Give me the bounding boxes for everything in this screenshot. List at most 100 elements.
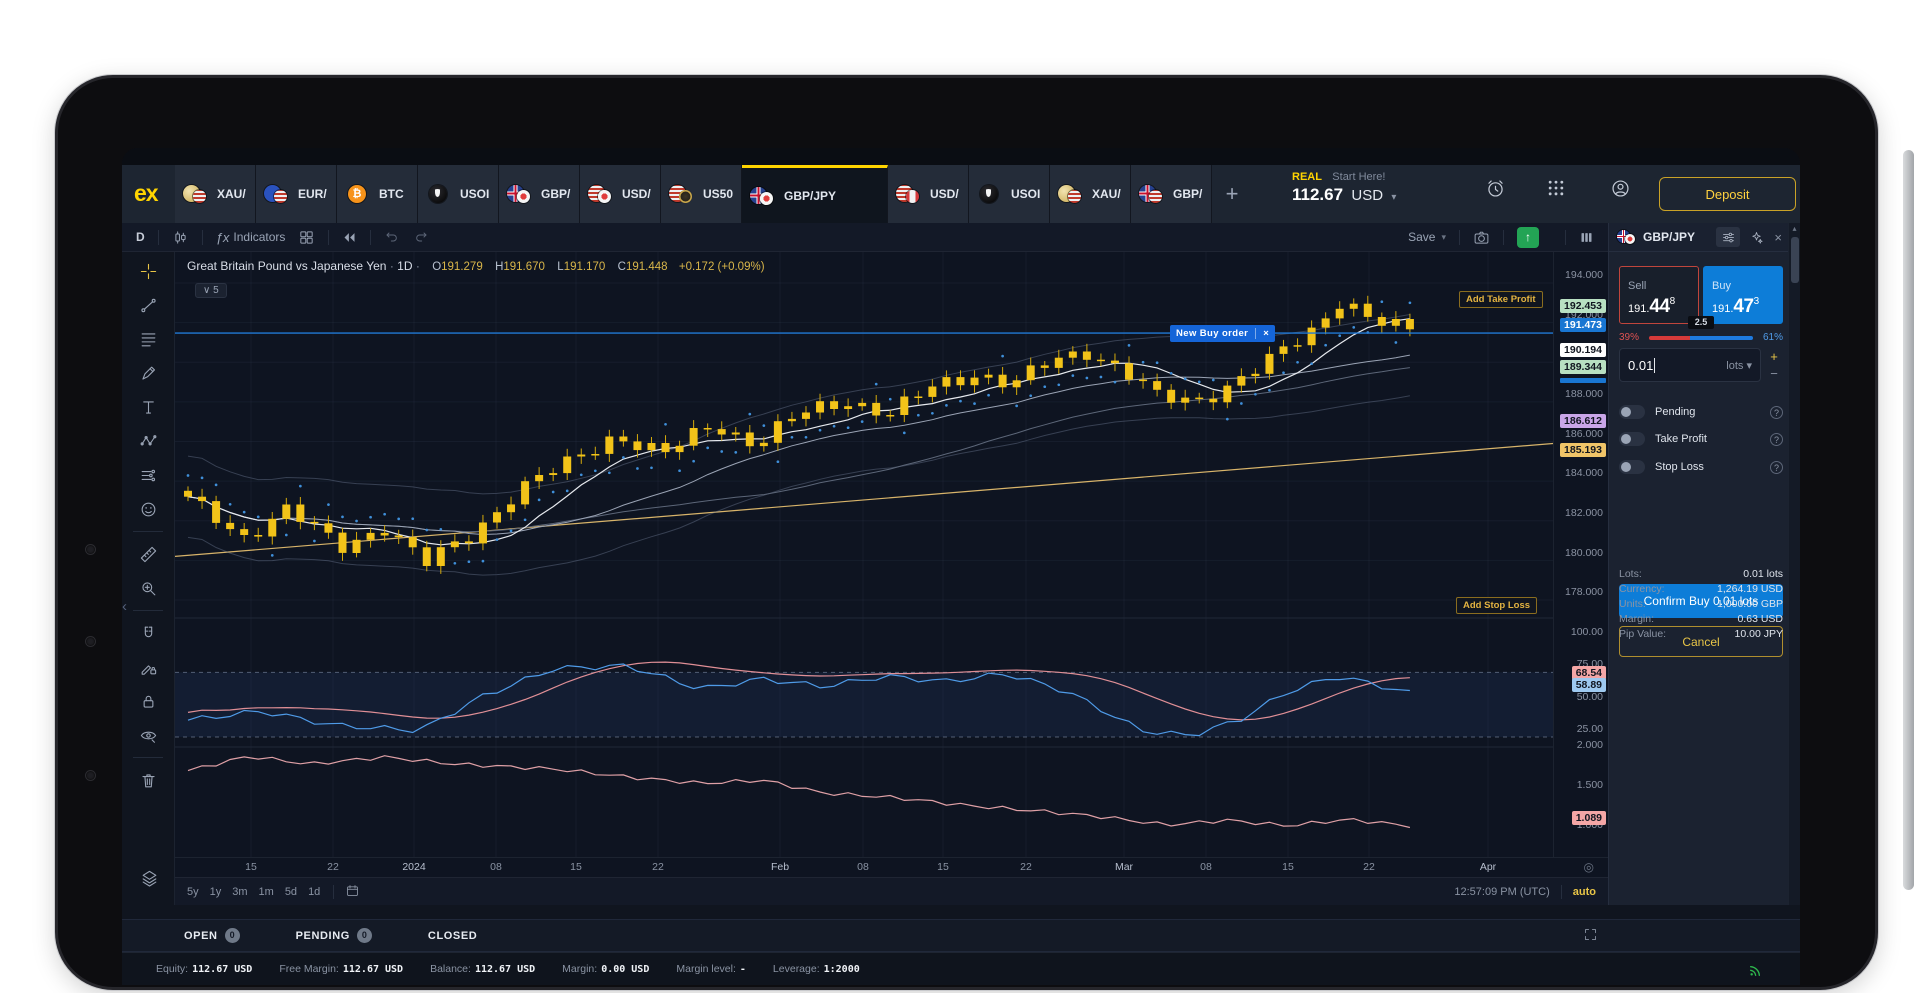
magnet-tool-icon[interactable] [131, 618, 165, 648]
instrument-tab-5[interactable]: USD/ [580, 165, 661, 223]
pattern-tool-icon[interactable] [131, 426, 165, 456]
trash-tool-icon[interactable] [131, 765, 165, 795]
range-button-5y[interactable]: 5y [187, 886, 199, 898]
order-settings-icon[interactable] [1716, 227, 1740, 247]
account-icon[interactable] [1610, 178, 1632, 200]
zoom-in-tool-icon[interactable] [131, 573, 165, 603]
quick-trade-button[interactable]: ↑ [1517, 227, 1539, 248]
close-icon[interactable]: × [1255, 328, 1269, 339]
fib-tool-icon[interactable] [131, 324, 165, 354]
sell-price-big: 44 [1649, 296, 1669, 317]
instrument-tab-8[interactable]: USD/ [888, 165, 969, 223]
position-tool-icon[interactable] [131, 460, 165, 490]
orders-tab-open[interactable]: OPEN0 [184, 928, 240, 943]
instrument-tab-11[interactable]: GBP/ [1131, 165, 1212, 223]
status-value: - [740, 964, 746, 975]
auto-scale-button[interactable]: auto [1573, 886, 1596, 898]
timeframe-button[interactable]: D [136, 230, 145, 244]
brush-tool-icon[interactable] [131, 358, 165, 388]
range-button-1m[interactable]: 1m [259, 886, 274, 898]
trendline-tool-icon[interactable] [131, 290, 165, 320]
instrument-tab-3[interactable]: USOI [418, 165, 499, 223]
price-tick: 100.00 [1571, 625, 1603, 639]
camera-icon[interactable] [1473, 229, 1490, 246]
toggle-row-stop-loss[interactable]: Stop Loss? [1619, 457, 1783, 477]
instrument-tab-9[interactable]: USOI [969, 165, 1050, 223]
new-buy-order-tag[interactable]: New Buy order × [1170, 325, 1275, 342]
instrument-tab-4[interactable]: GBP/ [499, 165, 580, 223]
layout-grid-icon[interactable] [298, 229, 315, 246]
add-instrument-button[interactable]: + [1212, 165, 1252, 223]
undo-icon[interactable] [384, 229, 400, 245]
instrument-tab-1[interactable]: EUR/ [256, 165, 337, 223]
volume-decrease-button[interactable]: − [1765, 365, 1783, 382]
crosshair-tool-icon[interactable] [131, 256, 165, 286]
toggle-switch[interactable] [1619, 460, 1645, 474]
help-icon[interactable]: ? [1770, 406, 1783, 419]
close-icon[interactable]: × [1774, 230, 1782, 245]
status-value: 1:2000 [824, 964, 860, 975]
one-click-trading-icon[interactable] [1744, 227, 1768, 247]
price-tick: 182.000 [1565, 506, 1603, 520]
instrument-tab-6[interactable]: US50 [661, 165, 742, 223]
orders-tab-closed[interactable]: CLOSED [428, 930, 477, 942]
instrument-tab-2[interactable]: ₿BTC [337, 165, 418, 223]
instrument-tab-10[interactable]: XAU/ [1050, 165, 1131, 223]
save-button[interactable]: Save▾ [1408, 230, 1446, 244]
volume-input[interactable]: 0.01 lots ▾ [1619, 348, 1761, 382]
price-chart[interactable]: Great Britain Pound vs Japanese Yen · 1D… [175, 252, 1553, 905]
bar-replay-icon[interactable] [342, 230, 357, 245]
scrollbar-thumb[interactable] [1791, 237, 1799, 283]
help-icon[interactable]: ? [1770, 433, 1783, 446]
price-tick: 178.000 [1565, 585, 1603, 599]
toggle-switch[interactable] [1619, 432, 1645, 446]
time-axis[interactable]: ◎ 15222024081522Feb081522Mar081522Apr [175, 857, 1608, 877]
toggle-switch[interactable] [1619, 405, 1645, 419]
panel-columns-icon[interactable] [1579, 230, 1594, 245]
expand-icon[interactable] [1583, 927, 1600, 944]
lock-tool-icon[interactable] [131, 686, 165, 716]
range-button-3m[interactable]: 3m [232, 886, 247, 898]
add-take-profit-button[interactable]: Add Take Profit [1459, 291, 1543, 308]
range-button-1d[interactable]: 1d [308, 886, 320, 898]
chart-type-icon[interactable] [172, 229, 189, 246]
indicators-button[interactable]: ƒxIndicators [216, 230, 286, 245]
axis-settings-icon[interactable]: ◎ [1584, 860, 1594, 874]
account-summary[interactable]: REAL Start Here! 112.67 USD ▾ [1292, 169, 1396, 205]
go-to-date-icon[interactable] [345, 883, 360, 901]
orders-tab-pending[interactable]: PENDING0 [296, 928, 372, 943]
drawing-lock-tool-icon[interactable] [131, 652, 165, 682]
sell-button[interactable]: Sell 191.448 [1619, 266, 1699, 324]
clock-label[interactable]: 12:57:09 PM (UTC) [1454, 886, 1549, 898]
emoji-tool-icon[interactable] [131, 494, 165, 524]
toggle-row-take-profit[interactable]: Take Profit? [1619, 429, 1783, 449]
volume-increase-button[interactable]: + [1765, 348, 1783, 365]
instrument-tab-7[interactable]: GBP/JPY [742, 165, 888, 223]
price-axis[interactable]: 194.000192.453192.000191.473190.194189.3… [1553, 252, 1608, 857]
range-button-5d[interactable]: 5d [285, 886, 297, 898]
range-toolbar: 5y 1y 3m 1m 5d 1d 12:57:09 PM (UTC) auto [175, 877, 1608, 905]
price-tick: 1.500 [1577, 778, 1603, 792]
range-button-1y[interactable]: 1y [210, 886, 222, 898]
text-tool-icon[interactable] [131, 392, 165, 422]
time-tick: 22 [1352, 861, 1386, 873]
apps-grid-icon[interactable] [1546, 178, 1568, 200]
detail-label: Units: [1619, 598, 1646, 613]
object-tree-icon[interactable] [132, 863, 166, 893]
toggle-row-pending[interactable]: Pending? [1619, 402, 1783, 422]
scroll-up-arrow[interactable]: ▴ [1789, 223, 1800, 235]
buy-button[interactable]: Buy 191.473 [1703, 266, 1783, 324]
deposit-button[interactable]: Deposit [1659, 177, 1796, 211]
ruler-tool-icon[interactable] [131, 539, 165, 569]
panel-scrollbar[interactable]: ▴ [1788, 223, 1800, 905]
volume-unit-dropdown[interactable]: lots ▾ [1726, 359, 1752, 372]
redo-icon[interactable] [413, 229, 429, 245]
help-icon[interactable]: ? [1770, 461, 1783, 474]
alarm-icon[interactable] [1485, 178, 1507, 200]
collapse-sidebar-arrow[interactable]: ‹ [122, 598, 127, 615]
ma-period-badge[interactable]: ∨ 5 [195, 283, 227, 298]
time-tick: Mar [1107, 861, 1141, 873]
instrument-tab-0[interactable]: XAU/ [175, 165, 256, 223]
add-stop-loss-button[interactable]: Add Stop Loss [1456, 597, 1537, 614]
hide-tool-icon[interactable] [131, 720, 165, 750]
